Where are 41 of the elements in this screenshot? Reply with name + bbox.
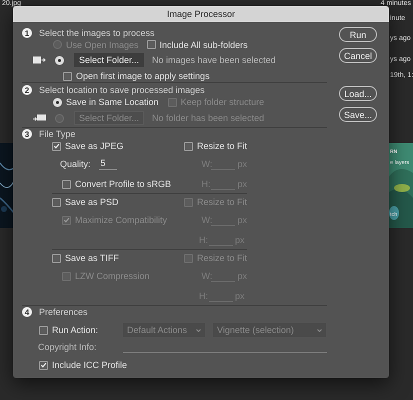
checkbox-label: Include All sub-folders	[160, 40, 248, 50]
dialog-button[interactable]: Load...	[339, 86, 377, 101]
section-title: Preferences	[39, 307, 88, 317]
checkbox[interactable]	[39, 360, 48, 370]
checkbox[interactable]	[62, 180, 71, 188]
checkbox[interactable]	[63, 72, 72, 80]
checkbox-label: Resize to Fit	[196, 141, 247, 151]
quality-field[interactable]: 5	[98, 158, 117, 170]
dialog-button[interactable]: Run	[339, 27, 377, 42]
section-title: File Type	[39, 129, 76, 139]
step-number: 3	[22, 129, 32, 139]
checkbox[interactable]	[52, 198, 61, 206]
folder-status: No images have been selected	[152, 55, 276, 65]
checkbox-label: Save as TIFF	[65, 253, 119, 263]
checkbox[interactable]	[52, 254, 61, 262]
dropdown-caret-icon	[317, 328, 322, 332]
dropdown-caret-icon	[196, 328, 201, 332]
checkbox-label: Open first image to apply settings	[76, 71, 210, 81]
section-title: Select location to save processed images	[39, 85, 205, 95]
step-number: 4	[22, 307, 32, 317]
step-number: 2	[22, 85, 32, 95]
checkbox-label: Include ICC Profile	[52, 360, 128, 370]
checkbox[interactable]	[39, 326, 48, 334]
checkbox-label: Save as PSD	[65, 197, 119, 207]
checkbox[interactable]	[146, 40, 156, 49]
checkbox[interactable]	[52, 142, 61, 150]
step-number: 1	[22, 28, 32, 38]
images-arrow-icon	[33, 56, 46, 64]
checkbox[interactable]	[184, 142, 193, 150]
dialog-button[interactable]: Save...	[339, 107, 377, 122]
checkbox-label: Save as JPEG	[65, 141, 124, 151]
checkbox-label: Run Action:	[52, 325, 98, 335]
copyright-label: Copyright Info:	[37, 342, 98, 352]
checkbox-label: Convert Profile to sRGB	[75, 179, 172, 189]
dialog-button[interactable]: Cancel	[339, 48, 377, 63]
quality-label: Quality:	[60, 159, 91, 169]
radio-label: Save in Same Location	[66, 97, 159, 107]
dialog-title: Image Processor	[13, 6, 389, 22]
section-title: Select the images to process	[39, 28, 155, 38]
folder-arrow-icon	[33, 114, 46, 122]
select-folder-button[interactable]: Select Folder...	[74, 53, 144, 67]
